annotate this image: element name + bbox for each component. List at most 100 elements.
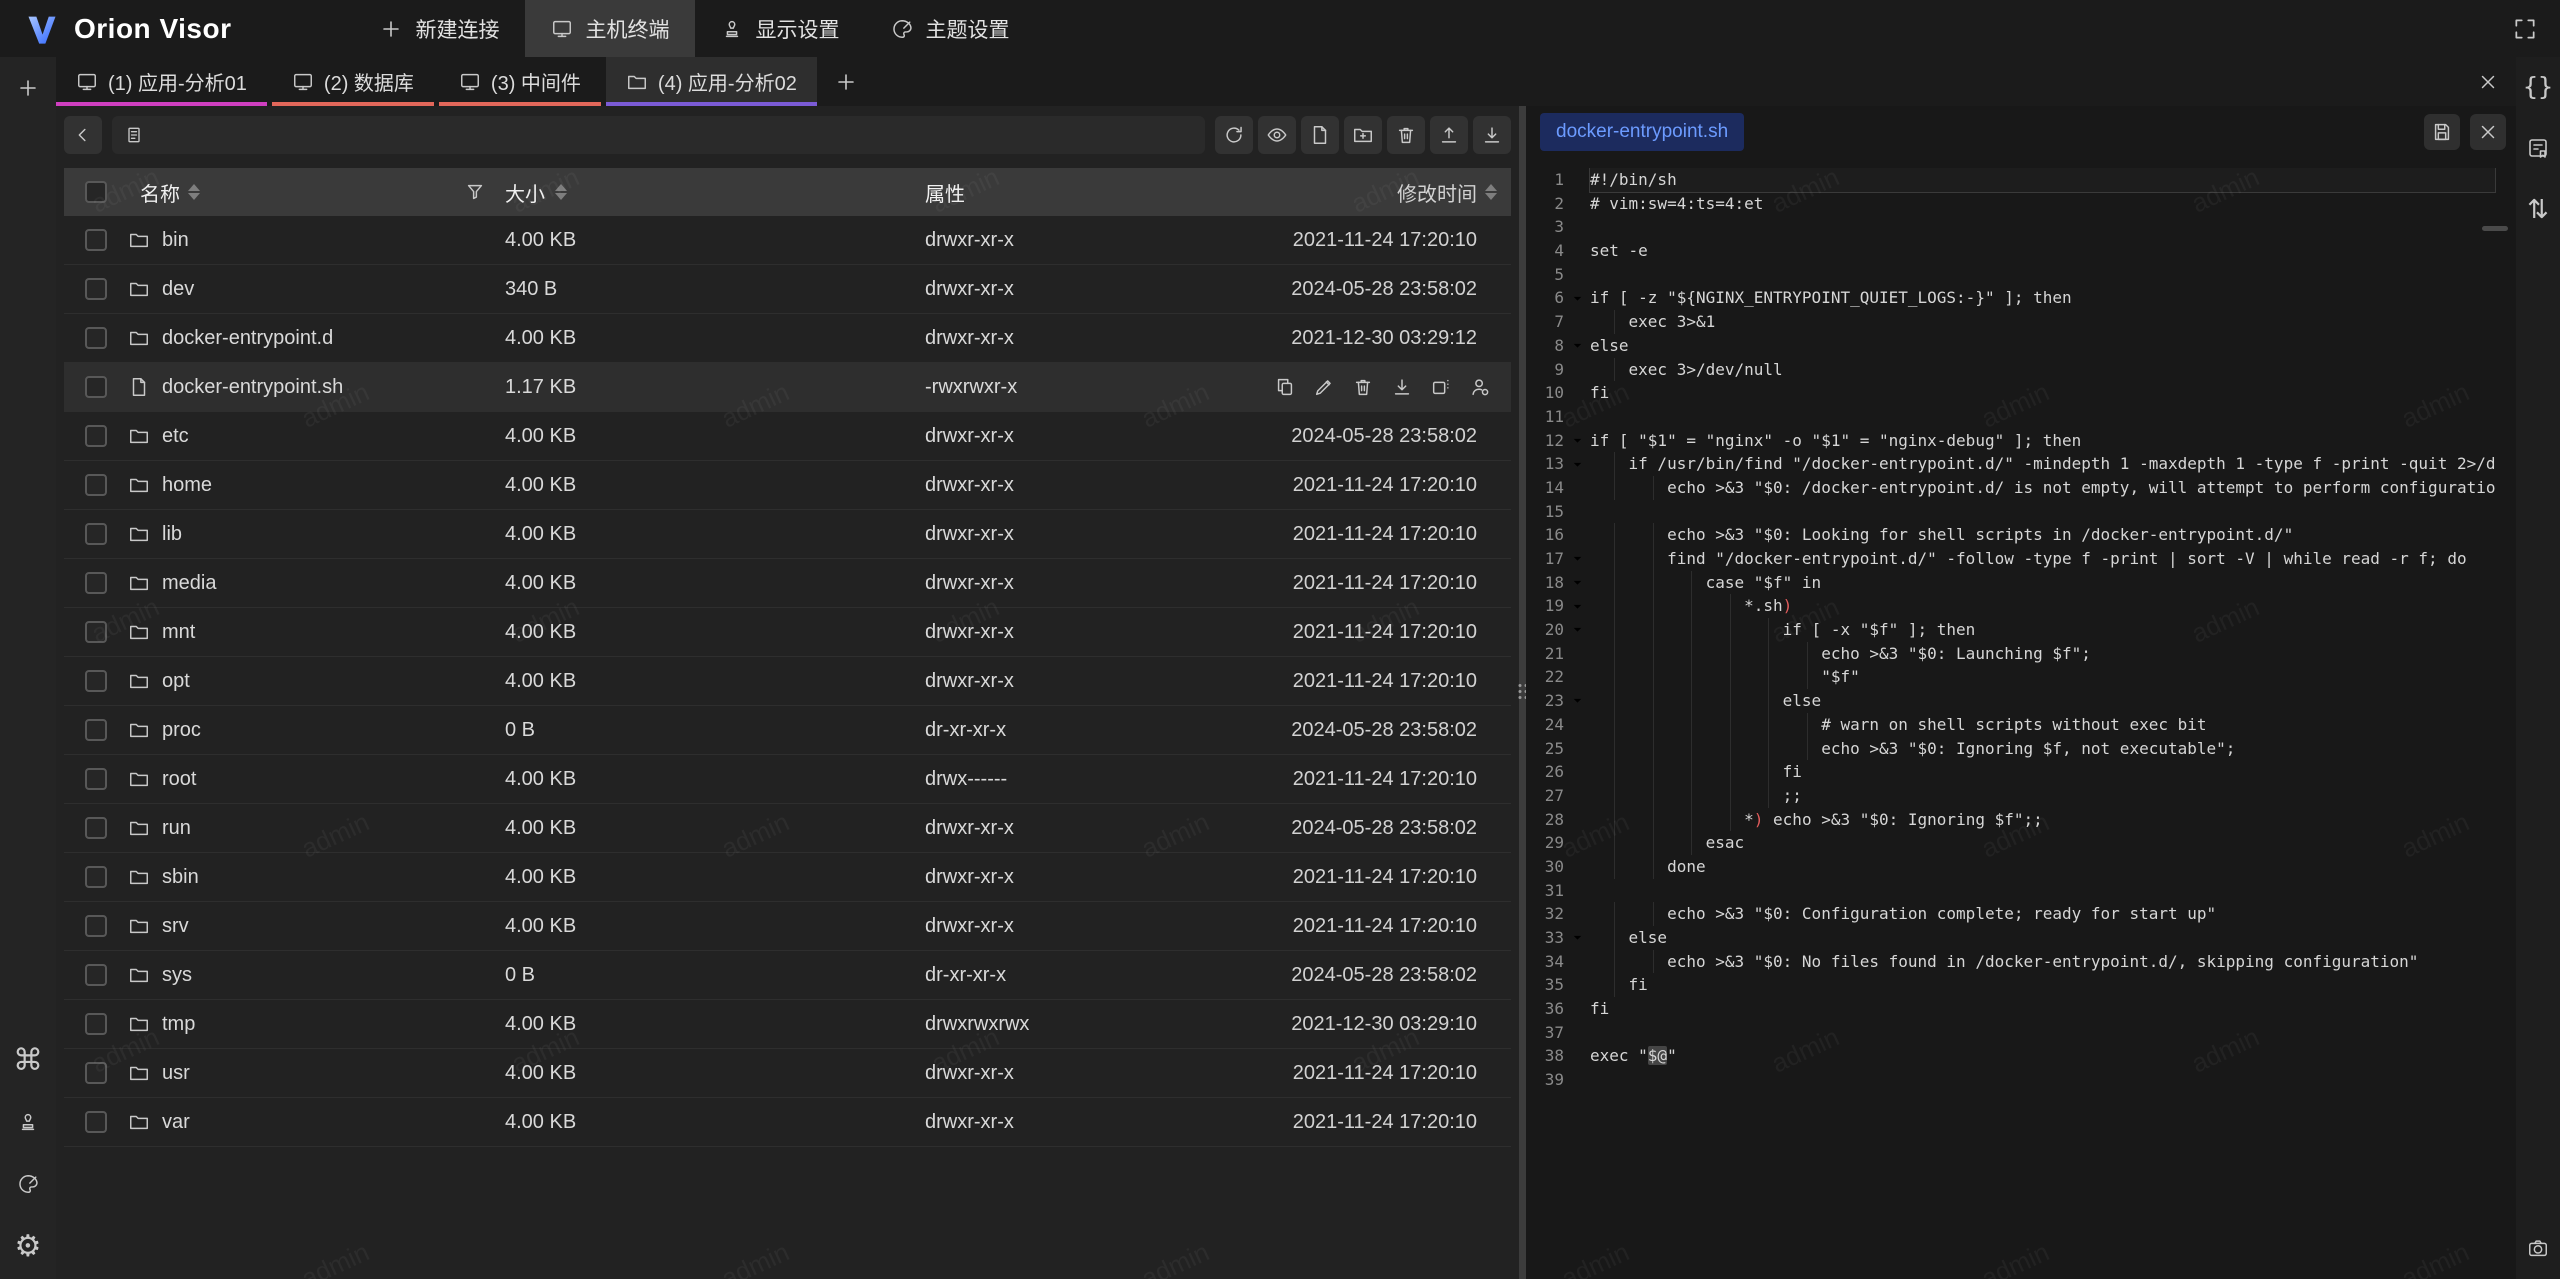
code-line-23[interactable]: 23 else xyxy=(1526,689,2502,713)
move-icon[interactable] xyxy=(1430,376,1452,398)
new-tab-button[interactable] xyxy=(822,57,870,106)
fold-arrow-icon[interactable] xyxy=(1564,452,1590,476)
row-checkbox[interactable] xyxy=(85,1013,107,1035)
settings-button[interactable]: ⚙ xyxy=(9,1227,47,1265)
code-line-27[interactable]: 27 ;; xyxy=(1526,784,2502,808)
close-panel-icon[interactable] xyxy=(2460,57,2516,106)
new-connection-button[interactable] xyxy=(9,69,47,107)
download-icon[interactable] xyxy=(1391,376,1413,398)
fold-arrow-icon[interactable] xyxy=(1564,594,1590,618)
code-line-18[interactable]: 18 case "$f" in xyxy=(1526,571,2502,595)
nav-item-3[interactable]: 显示设置 xyxy=(695,0,865,57)
file-row-docker-entrypoint.d[interactable]: docker-entrypoint.d4.00 KBdrwxr-xr-x2021… xyxy=(64,314,1511,363)
download-button[interactable] xyxy=(1473,116,1511,154)
code-line-5[interactable]: 5 xyxy=(1526,263,2502,287)
row-checkbox[interactable] xyxy=(85,474,107,496)
code-line-10[interactable]: 10fi xyxy=(1526,381,2502,405)
code-line-13[interactable]: 13 if /usr/bin/find "/docker-entrypoint.… xyxy=(1526,452,2502,476)
terminal-tab-4[interactable]: (4) 应用-分析02 xyxy=(606,57,817,106)
code-line-30[interactable]: 30 done xyxy=(1526,855,2502,879)
filter-icon[interactable] xyxy=(464,181,486,203)
save-icon[interactable] xyxy=(2424,114,2460,150)
fullscreen-icon[interactable] xyxy=(2506,10,2544,48)
code-line-12[interactable]: 12if [ "$1" = "nginx" -o "$1" = "nginx-d… xyxy=(1526,429,2502,453)
code-line-24[interactable]: 24 # warn on shell scripts without exec … xyxy=(1526,713,2502,737)
code-line-17[interactable]: 17 find "/docker-entrypoint.d/" -follow … xyxy=(1526,547,2502,571)
code-line-31[interactable]: 31 xyxy=(1526,879,2502,903)
size-sort-control[interactable] xyxy=(555,184,567,200)
row-checkbox[interactable] xyxy=(85,327,107,349)
path-input-box[interactable] xyxy=(112,116,1205,154)
terminal-tab-2[interactable]: (2) 数据库 xyxy=(272,57,434,106)
row-checkbox[interactable] xyxy=(85,1062,107,1084)
close-icon[interactable] xyxy=(2470,114,2506,150)
row-checkbox[interactable] xyxy=(85,229,107,251)
transfer-list-button[interactable]: ⇅ xyxy=(2519,191,2557,229)
permission-icon[interactable] xyxy=(1469,376,1491,398)
fold-arrow-icon[interactable] xyxy=(1564,429,1590,453)
code-line-7[interactable]: 7 exec 3>&1 xyxy=(1526,310,2502,334)
file-row-root[interactable]: root4.00 KBdrwx------2021-11-24 17:20:10 xyxy=(64,755,1511,804)
file-row-lib[interactable]: lib4.00 KBdrwxr-xr-x2021-11-24 17:20:10 xyxy=(64,510,1511,559)
code-line-34[interactable]: 34 echo >&3 "$0: No files found in /dock… xyxy=(1526,950,2502,974)
fold-arrow-icon[interactable] xyxy=(1564,689,1590,713)
code-line-11[interactable]: 11 xyxy=(1526,405,2502,429)
code-line-37[interactable]: 37 xyxy=(1526,1021,2502,1045)
row-checkbox[interactable] xyxy=(85,523,107,545)
file-row-sys[interactable]: sys0 Bdr-xr-xr-x2024-05-28 23:58:02 xyxy=(64,951,1511,1000)
file-row-opt[interactable]: opt4.00 KBdrwxr-xr-x2021-11-24 17:20:10 xyxy=(64,657,1511,706)
code-line-33[interactable]: 33 else xyxy=(1526,926,2502,950)
code-line-16[interactable]: 16 echo >&3 "$0: Looking for shell scrip… xyxy=(1526,523,2502,547)
row-checkbox[interactable] xyxy=(85,425,107,447)
editor-file-tab[interactable]: docker-entrypoint.sh xyxy=(1540,113,1744,151)
theme-settings-button[interactable] xyxy=(9,1165,47,1203)
file-row-tmp[interactable]: tmp4.00 KBdrwxrwxrwx2021-12-30 03:29:10 xyxy=(64,1000,1511,1049)
bookmarks-button[interactable] xyxy=(2519,129,2557,167)
name-sort-control[interactable] xyxy=(188,184,200,200)
back-button[interactable] xyxy=(64,116,102,154)
delete-button[interactable] xyxy=(1387,116,1425,154)
editor-scrollbar-thumb[interactable] xyxy=(2482,226,2508,231)
code-line-35[interactable]: 35 fi xyxy=(1526,973,2502,997)
file-row-etc[interactable]: etc4.00 KBdrwxr-xr-x2024-05-28 23:58:02 xyxy=(64,412,1511,461)
code-line-32[interactable]: 32 echo >&3 "$0: Configuration complete;… xyxy=(1526,902,2502,926)
file-row-srv[interactable]: srv4.00 KBdrwxr-xr-x2021-11-24 17:20:10 xyxy=(64,902,1511,951)
code-line-25[interactable]: 25 echo >&3 "$0: Ignoring $f, not execut… xyxy=(1526,737,2502,761)
fold-arrow-icon[interactable] xyxy=(1564,618,1590,642)
row-checkbox[interactable] xyxy=(85,621,107,643)
snippets-button[interactable]: ⌘ xyxy=(9,1041,47,1079)
select-all-checkbox[interactable] xyxy=(85,181,107,203)
fold-arrow-icon[interactable] xyxy=(1564,571,1590,595)
delete-icon[interactable] xyxy=(1352,376,1374,398)
terminal-tab-3[interactable]: (3) 中间件 xyxy=(439,57,601,106)
code-line-14[interactable]: 14 echo >&3 "$0: /docker-entrypoint.d/ i… xyxy=(1526,476,2502,500)
file-row-usr[interactable]: usr4.00 KBdrwxr-xr-x2021-11-24 17:20:10 xyxy=(64,1049,1511,1098)
file-row-dev[interactable]: dev340 Bdrwxr-xr-x2024-05-28 23:58:02 xyxy=(64,265,1511,314)
file-row-var[interactable]: var4.00 KBdrwxr-xr-x2021-11-24 17:20:10 xyxy=(64,1098,1511,1147)
copy-icon[interactable] xyxy=(1274,376,1296,398)
fold-arrow-icon[interactable] xyxy=(1564,286,1590,310)
directory-tree-icon[interactable] xyxy=(124,125,144,145)
row-checkbox[interactable] xyxy=(85,278,107,300)
code-line-28[interactable]: 28 *) echo >&3 "$0: Ignoring $f";; xyxy=(1526,808,2502,832)
row-checkbox[interactable] xyxy=(85,915,107,937)
file-row-media[interactable]: media4.00 KBdrwxr-xr-x2021-11-24 17:20:1… xyxy=(64,559,1511,608)
code-line-26[interactable]: 26 fi xyxy=(1526,760,2502,784)
row-checkbox[interactable] xyxy=(85,719,107,741)
variables-button[interactable]: {} xyxy=(2519,67,2557,105)
screenshot-button[interactable] xyxy=(2519,1229,2557,1267)
code-line-8[interactable]: 8else xyxy=(1526,334,2502,358)
row-checkbox[interactable] xyxy=(85,817,107,839)
file-row-run[interactable]: run4.00 KBdrwxr-xr-x2024-05-28 23:58:02 xyxy=(64,804,1511,853)
code-line-39[interactable]: 39 xyxy=(1526,1068,2502,1092)
fold-arrow-icon[interactable] xyxy=(1564,334,1590,358)
code-line-38[interactable]: 38exec "$@" xyxy=(1526,1044,2502,1068)
code-line-21[interactable]: 21 echo >&3 "$0: Launching $f"; xyxy=(1526,642,2502,666)
row-checkbox[interactable] xyxy=(85,670,107,692)
row-checkbox[interactable] xyxy=(85,572,107,594)
new-folder-button[interactable] xyxy=(1344,116,1382,154)
code-line-20[interactable]: 20 if [ -x "$f" ]; then xyxy=(1526,618,2502,642)
display-settings-button[interactable] xyxy=(9,1103,47,1141)
new-file-button[interactable] xyxy=(1301,116,1339,154)
path-input[interactable] xyxy=(154,123,1193,148)
